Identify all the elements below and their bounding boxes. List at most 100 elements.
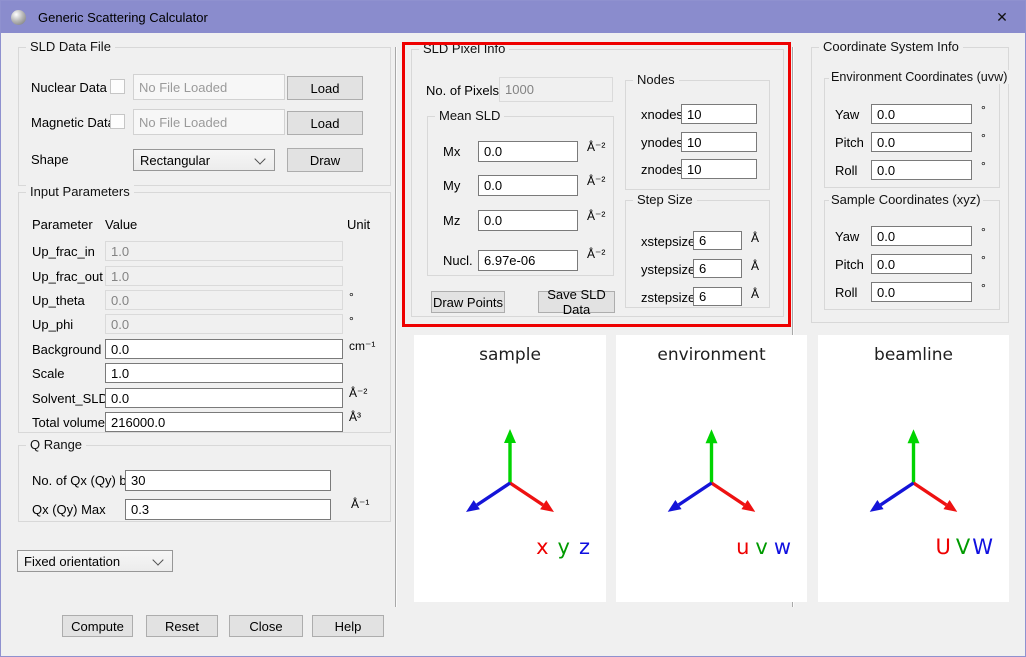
shape-select[interactable]: Rectangular	[133, 149, 275, 171]
sample-pitch-input[interactable]	[871, 254, 972, 274]
save-sld-data-button[interactable]: Save SLD Data	[538, 291, 615, 313]
q-max-label: Qx (Qy) Max	[32, 502, 106, 517]
group-legend: Sample Coordinates (xyz)	[829, 192, 983, 207]
sample-pitch-label: Pitch	[835, 257, 864, 272]
param-label: Up_theta	[32, 293, 85, 308]
znodes-input[interactable]	[681, 159, 757, 179]
group-legend: Mean SLD	[435, 108, 504, 123]
env-pitch-input[interactable]	[871, 132, 972, 152]
close-icon[interactable]: ✕	[979, 1, 1025, 33]
sld-data-file-group: SLD Data File Nuclear Data Load Magnetic…	[18, 47, 391, 186]
magnetic-data-label: Magnetic Data	[31, 115, 115, 130]
panel-title: beamline	[818, 345, 1009, 365]
nucl-unit: Å⁻²	[587, 247, 605, 261]
q-max-input[interactable]	[125, 499, 331, 520]
q-bins-input[interactable]	[125, 470, 331, 491]
axis-z-label: z	[579, 535, 590, 559]
step-size-group: Step Size xstepsize Å ystepsize Å zsteps…	[625, 200, 770, 308]
group-legend: Environment Coordinates (uvw)	[829, 70, 1009, 84]
param-label: Up_frac_in	[32, 244, 95, 259]
xstepsize-input[interactable]	[693, 231, 742, 250]
q-range-group: Q Range No. of Qx (Qy) bins Qx (Qy) Max …	[18, 445, 391, 522]
magnetic-data-file-field[interactable]	[133, 109, 285, 135]
param-label: Up_frac_out	[32, 269, 103, 284]
shape-label: Shape	[31, 152, 69, 167]
group-legend: Step Size	[633, 192, 697, 207]
param-input[interactable]	[105, 314, 343, 334]
env-roll-label: Roll	[835, 163, 857, 178]
axis-y-label: y	[558, 535, 570, 559]
sample-axes-panel: sample x y z	[414, 335, 606, 602]
param-input[interactable]	[105, 412, 343, 432]
vertical-separator	[395, 47, 397, 607]
ynodes-input[interactable]	[681, 132, 757, 152]
nucl-label: Nucl.	[443, 253, 473, 268]
load-nuclear-button[interactable]: Load	[287, 76, 363, 100]
group-legend: SLD Data File	[26, 39, 115, 54]
param-unit: °	[349, 314, 354, 328]
group-legend: Input Parameters	[26, 184, 134, 199]
sample-yaw-input[interactable]	[871, 226, 972, 246]
no-of-pixels-input[interactable]	[499, 77, 613, 102]
window-title: Generic Scattering Calculator	[38, 10, 208, 25]
env-yaw-unit: °	[981, 103, 986, 117]
nuclear-data-label: Nuclear Data	[31, 80, 107, 95]
axis-w-label: w	[774, 535, 791, 559]
sample-yaw-label: Yaw	[835, 229, 859, 244]
orientation-select-value: Fixed orientation	[24, 554, 120, 569]
column-header-value: Value	[105, 217, 137, 232]
param-input[interactable]	[105, 339, 343, 359]
chevron-down-icon	[254, 153, 265, 164]
load-magnetic-button[interactable]: Load	[287, 111, 363, 135]
nuclear-data-checkbox[interactable]	[110, 79, 125, 94]
ystepsize-input[interactable]	[693, 259, 742, 278]
close-button[interactable]: Close	[229, 615, 303, 637]
zstepsize-input[interactable]	[693, 287, 742, 306]
param-input[interactable]	[105, 266, 343, 286]
compute-button[interactable]: Compute	[62, 615, 133, 637]
magnetic-data-checkbox[interactable]	[110, 114, 125, 129]
mz-unit: Å⁻²	[587, 209, 605, 223]
orientation-select[interactable]: Fixed orientation	[17, 550, 173, 572]
sample-roll-input[interactable]	[871, 282, 972, 302]
param-label: Total volume	[32, 415, 105, 430]
ynodes-label: ynodes	[641, 135, 683, 150]
help-button[interactable]: Help	[312, 615, 384, 637]
nodes-group: Nodes xnodes ynodes znodes	[625, 80, 770, 190]
group-legend: Q Range	[26, 437, 86, 452]
generic-scattering-calculator-window: Generic Scattering Calculator ✕ SLD Data…	[0, 0, 1026, 657]
axes-arrows-icon	[616, 405, 807, 555]
panel-title: sample	[414, 345, 606, 365]
param-unit: Å⁻²	[349, 386, 367, 400]
mx-unit: Å⁻²	[587, 140, 605, 154]
param-label: Up_phi	[32, 317, 73, 332]
env-yaw-input[interactable]	[871, 104, 972, 124]
sample-coordinates-group: Sample Coordinates (xyz) Yaw ° Pitch ° R…	[824, 200, 1000, 310]
param-input[interactable]	[105, 290, 343, 310]
xstepsize-unit: Å	[751, 231, 759, 245]
axis-u-label: U	[935, 535, 950, 559]
nuclear-data-file-field[interactable]	[133, 74, 285, 100]
draw-shape-button[interactable]: Draw	[287, 148, 363, 172]
draw-points-button[interactable]: Draw Points	[431, 291, 505, 313]
env-pitch-unit: °	[981, 131, 986, 145]
no-of-pixels-label: No. of Pixels	[426, 83, 499, 98]
param-input[interactable]	[105, 363, 343, 383]
param-input[interactable]	[105, 241, 343, 261]
env-pitch-label: Pitch	[835, 135, 864, 150]
sld-pixel-info-group: SLD Pixel Info No. of Pixels Mean SLD Mx…	[411, 49, 784, 317]
environment-axes-panel: environment u v w	[616, 335, 807, 602]
param-input[interactable]	[105, 388, 343, 408]
column-header-parameter: Parameter	[32, 217, 93, 232]
env-roll-input[interactable]	[871, 160, 972, 180]
znodes-label: znodes	[641, 162, 683, 177]
mz-input[interactable]	[478, 210, 578, 231]
my-input[interactable]	[478, 175, 578, 196]
mx-input[interactable]	[478, 141, 578, 162]
mx-label: Mx	[443, 144, 460, 159]
reset-button[interactable]: Reset	[146, 615, 218, 637]
nucl-input[interactable]	[478, 250, 578, 271]
group-legend: Coordinate System Info	[819, 39, 963, 54]
xnodes-input[interactable]	[681, 104, 757, 124]
axis-v-label: V	[956, 535, 970, 559]
